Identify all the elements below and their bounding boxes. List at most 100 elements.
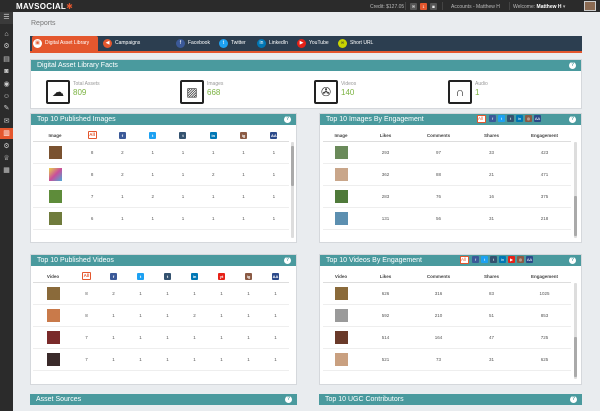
facebook-icon[interactable]: f xyxy=(489,115,496,122)
table-row[interactable]: 8211111 xyxy=(33,141,289,164)
table-row[interactable]: 592 210 51 853 xyxy=(323,304,571,327)
table-row[interactable]: 6111111 xyxy=(33,207,289,230)
linkedin-icon[interactable]: in xyxy=(516,115,523,122)
help-icon[interactable]: ? xyxy=(285,396,292,403)
image-thumbnail[interactable] xyxy=(334,211,348,225)
inbox-icon[interactable]: ✉ xyxy=(0,116,13,127)
table-row[interactable]: 82111111 xyxy=(33,282,289,305)
tumblr-icon[interactable]: t xyxy=(164,272,171,280)
video-thumbnail[interactable] xyxy=(46,352,60,366)
grid-icon[interactable]: ▦ xyxy=(0,165,13,176)
instagram-icon[interactable]: ◎ xyxy=(517,256,524,263)
table-row[interactable]: 71111111 xyxy=(33,348,289,371)
instagram-icon[interactable]: ig xyxy=(245,272,252,280)
image-thumbnail[interactable] xyxy=(48,189,62,203)
table-row[interactable]: 7121111 xyxy=(33,185,289,208)
logo[interactable]: MAVSOCIAL✱ xyxy=(16,2,73,11)
table-cell: 1 xyxy=(235,304,262,327)
video-thumbnail[interactable] xyxy=(334,286,348,300)
instagram-icon[interactable]: ◎ xyxy=(525,115,532,122)
users-icon[interactable]: ☺ xyxy=(0,91,13,102)
help-icon[interactable]: ? xyxy=(569,62,576,69)
video-thumbnail[interactable] xyxy=(334,352,348,366)
gear-icon[interactable]: ⚙ xyxy=(0,141,13,152)
globe-icon[interactable]: ◉ xyxy=(0,79,13,90)
table-row[interactable]: 283 76 16 375 xyxy=(323,185,571,208)
twitter-icon[interactable]: t xyxy=(481,256,488,263)
help-icon[interactable]: ? xyxy=(284,116,291,123)
tab-facebook[interactable]: f Facebook xyxy=(175,36,217,51)
video-thumbnail[interactable] xyxy=(46,286,60,300)
help-icon[interactable]: ? xyxy=(569,257,576,264)
tumblr-icon[interactable]: t xyxy=(179,131,187,139)
facebook-icon[interactable]: f xyxy=(472,256,479,263)
tab-digital-asset-library[interactable]: ▣ Digital Asset Library xyxy=(32,36,98,51)
tab-linkedin[interactable]: in LinkedIn xyxy=(256,36,296,51)
tumblr-icon[interactable]: t xyxy=(490,256,497,263)
filter-all-button[interactable]: All xyxy=(87,131,97,140)
tab-campaigns[interactable]: ◀ Campaigns xyxy=(102,36,166,51)
twitter-icon[interactable]: t xyxy=(149,131,157,139)
ugc-icon[interactable]: AA xyxy=(272,272,279,280)
facebook-icon[interactable]: f xyxy=(118,131,126,139)
help-icon[interactable]: ? xyxy=(570,396,577,403)
video-thumbnail[interactable] xyxy=(334,330,348,344)
video-thumbnail[interactable] xyxy=(46,308,60,322)
help-icon[interactable]: ? xyxy=(569,116,576,123)
scrollbar[interactable] xyxy=(291,142,294,238)
table-row[interactable]: 514 164 47 725 xyxy=(323,326,571,349)
video-thumbnail[interactable] xyxy=(334,308,348,322)
trophy-icon[interactable]: ♕ xyxy=(0,153,13,164)
image-thumbnail[interactable] xyxy=(48,145,62,159)
cart-icon[interactable]: ◙ xyxy=(430,2,437,10)
menu-icon[interactable]: ☰ xyxy=(0,12,13,24)
image-thumbnail[interactable] xyxy=(48,167,62,181)
home-icon[interactable]: ⌂ xyxy=(0,29,13,40)
table-row[interactable]: 521 73 31 625 xyxy=(323,348,571,371)
instagram-icon[interactable]: ig xyxy=(240,131,248,139)
table-row[interactable]: 293 97 33 423 xyxy=(323,141,571,164)
table-row[interactable]: 8211211 xyxy=(33,163,289,186)
linkedin-icon[interactable]: in xyxy=(499,256,506,263)
accounts-dropdown[interactable]: Accounts - Matthew H xyxy=(451,4,500,10)
video-thumbnail[interactable] xyxy=(46,330,60,344)
filter-all-button[interactable]: All xyxy=(82,272,91,281)
twitter-icon[interactable]: t xyxy=(137,272,144,280)
cart-icon[interactable]: ◙ xyxy=(0,66,13,77)
ugc-icon[interactable]: AA xyxy=(526,256,533,263)
table-row[interactable]: 71111111 xyxy=(33,326,289,349)
table-row[interactable]: 626 316 83 1025 xyxy=(323,282,571,305)
image-thumbnail[interactable] xyxy=(334,189,348,203)
image-thumbnail[interactable] xyxy=(334,145,348,159)
scrollbar[interactable] xyxy=(574,283,577,379)
table-row[interactable]: 131 56 31 218 xyxy=(323,207,571,230)
tab-short-url[interactable]: ∞ Short URL xyxy=(337,36,383,51)
edit-icon[interactable]: ✎ xyxy=(0,103,13,114)
mail-icon[interactable]: ✉ xyxy=(410,2,417,10)
tab-twitter[interactable]: t Twitter xyxy=(218,36,256,51)
avatar[interactable] xyxy=(584,1,596,11)
linkedin-icon[interactable]: in xyxy=(191,272,198,280)
reports-icon[interactable]: ▥ xyxy=(0,128,13,140)
table-row[interactable]: 81112111 xyxy=(33,304,289,327)
help-icon[interactable]: ? xyxy=(284,257,291,264)
filter-all-button[interactable]: All xyxy=(477,115,486,123)
facebook-icon[interactable]: f xyxy=(110,272,117,280)
youtube-icon[interactable]: ▶ xyxy=(508,256,515,263)
list-icon[interactable]: ▤ xyxy=(0,54,13,65)
linkedin-icon[interactable]: in xyxy=(209,131,217,139)
image-thumbnail[interactable] xyxy=(48,211,62,225)
twitter-icon[interactable]: t xyxy=(498,115,505,122)
ugc-icon[interactable]: AA xyxy=(270,131,278,139)
ugc-icon[interactable]: AA xyxy=(534,115,541,122)
scrollbar[interactable] xyxy=(574,142,577,238)
filter-all-button[interactable]: All xyxy=(460,256,469,264)
tab-youtube[interactable]: ▶ YouTube xyxy=(296,36,338,51)
welcome-user[interactable]: Welcome: Matthew H ▾ xyxy=(513,4,565,10)
table-row[interactable]: 362 88 21 471 xyxy=(323,163,571,186)
youtube-icon[interactable]: yt xyxy=(218,272,225,280)
image-thumbnail[interactable] xyxy=(334,167,348,181)
notification-badge-icon[interactable]: 1 xyxy=(420,2,427,10)
tumblr-icon[interactable]: t xyxy=(507,115,514,122)
settings-icon[interactable]: ⚙ xyxy=(0,41,13,52)
